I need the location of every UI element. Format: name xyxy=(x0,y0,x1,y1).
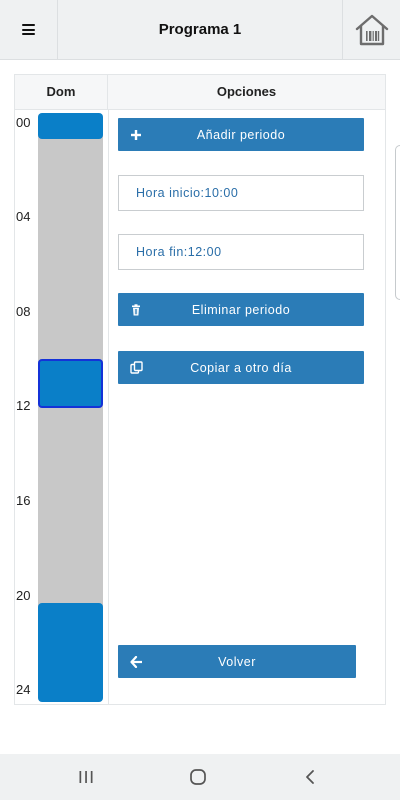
day-timeline-track[interactable] xyxy=(38,113,103,702)
copy-icon xyxy=(130,351,143,384)
system-navigation-bar xyxy=(0,754,400,800)
hour-label: 04 xyxy=(16,209,31,224)
schedule-period-selected[interactable] xyxy=(38,358,103,408)
schedule-period[interactable] xyxy=(38,602,103,702)
hour-label: 00 xyxy=(16,115,31,130)
home-barcode-icon xyxy=(355,14,388,45)
recent-apps-icon xyxy=(79,771,93,783)
column-divider xyxy=(108,110,109,704)
day-column-header: Dom xyxy=(15,75,108,110)
copy-to-day-button[interactable]: Copiar a otro día xyxy=(118,351,364,384)
hour-label: 20 xyxy=(16,588,31,603)
back-label: Volver xyxy=(218,654,256,669)
start-time-field[interactable]: Hora inicio:10:00 xyxy=(118,175,364,211)
schedule-card: Dom Opciones 00 04 08 12 16 20 24 Añadir… xyxy=(14,74,386,705)
add-period-button[interactable]: Añadir periodo xyxy=(118,118,364,151)
trash-icon xyxy=(130,293,142,326)
back-chevron-icon xyxy=(306,770,314,784)
hour-label: 16 xyxy=(16,493,31,508)
delete-period-button[interactable]: Eliminar periodo xyxy=(118,293,364,326)
delete-period-label: Eliminar periodo xyxy=(191,302,291,317)
add-period-label: Añadir periodo xyxy=(196,127,286,142)
plus-icon xyxy=(130,118,142,151)
edge-panel-handle[interactable] xyxy=(395,145,400,300)
back-button[interactable]: Volver xyxy=(118,645,356,678)
copy-to-day-label: Copiar a otro día xyxy=(190,360,292,375)
page-title: Programa 1 xyxy=(158,21,242,38)
end-time-field[interactable]: Hora fin:12:00 xyxy=(118,234,364,270)
home-button[interactable] xyxy=(342,0,400,59)
options-column-header: Opciones xyxy=(108,75,385,110)
arrow-left-icon xyxy=(130,645,143,678)
menu-button[interactable] xyxy=(0,0,58,59)
recents-button[interactable] xyxy=(56,754,116,800)
home-circle-icon xyxy=(190,769,206,785)
hour-label: 08 xyxy=(16,304,31,319)
back-nav-button[interactable] xyxy=(280,754,340,800)
app-header: Programa 1 xyxy=(0,0,400,60)
home-nav-button[interactable] xyxy=(168,754,228,800)
hamburger-menu-icon xyxy=(22,24,35,35)
hour-label: 24 xyxy=(16,682,31,697)
hour-label: 12 xyxy=(16,398,31,413)
schedule-period[interactable] xyxy=(38,113,103,140)
